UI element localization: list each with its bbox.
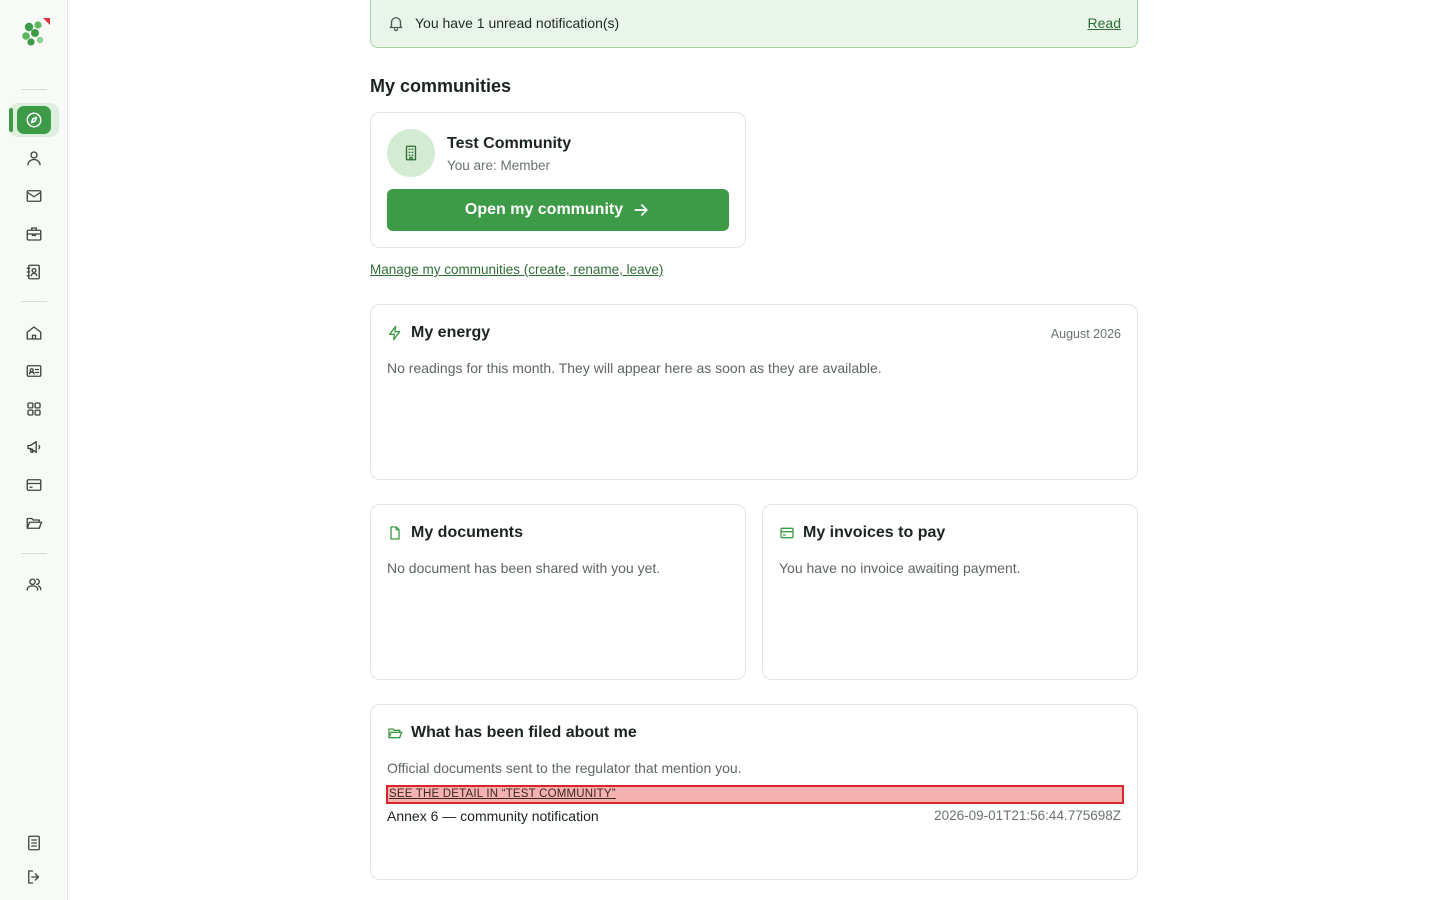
nav-files[interactable] (17, 509, 51, 537)
credit-card-icon (26, 479, 42, 491)
energy-card: My energy August 2026 No readings for th… (370, 304, 1138, 480)
invoices-card: My invoices to pay You have no invoice a… (762, 504, 1138, 680)
active-indicator-bar (9, 108, 13, 132)
sidebar-divider (21, 553, 47, 554)
lightning-icon (389, 325, 401, 341)
nav-messages[interactable] (17, 182, 51, 210)
section-title: My communities (370, 76, 512, 96)
open-community-button[interactable]: Open my community (387, 189, 729, 231)
mail-icon (26, 190, 42, 202)
nav-home[interactable] (17, 319, 51, 347)
compass-icon (26, 112, 42, 128)
file-icon (390, 526, 400, 540)
documents-title: My documents (387, 524, 523, 542)
invoices-empty-text: You have no invoice awaiting payment. (779, 560, 1021, 576)
nav-apps[interactable] (17, 395, 51, 423)
arrow-right-icon (634, 204, 648, 216)
building-icon (405, 145, 417, 161)
nav-contacts[interactable] (17, 258, 51, 286)
megaphone-icon (27, 441, 41, 453)
filed-title: What has been filed about me (387, 724, 637, 742)
notification-banner: You have 1 unread notification(s) Read (370, 0, 1138, 48)
users-icon (26, 578, 42, 591)
open-community-label: Open my community (464, 201, 624, 218)
notification-text: You have 1 unread notification(s) (415, 15, 620, 31)
read-notification-link[interactable]: Read (1088, 15, 1121, 31)
nav-profile[interactable] (17, 144, 51, 172)
bell-icon (389, 17, 403, 32)
filed-item-timestamp: 2026-09-01T21:56:44.775698Z (934, 808, 1121, 823)
energy-date: August 2026 (1050, 327, 1121, 341)
documents-empty-text: No document has been shared with you yet… (387, 560, 661, 576)
manage-communities-link[interactable]: Manage my communities (create, rename, l… (370, 262, 663, 277)
community-role: You are: Member (447, 158, 551, 173)
contact-book-icon (26, 264, 40, 280)
community-name: Test Community (447, 135, 572, 152)
id-card-icon (26, 365, 42, 377)
energy-title-text: My energy (411, 324, 491, 341)
document-list-icon (28, 835, 40, 851)
filed-title-text: What has been filed about me (411, 724, 637, 741)
nav-users[interactable] (17, 570, 51, 598)
sidebar-divider (21, 301, 47, 302)
credit-card-icon (780, 527, 794, 539)
community-card: Test Community You are: Member Open my c… (370, 112, 746, 248)
documents-card: My documents No document has been shared… (370, 504, 746, 680)
nav-work[interactable] (17, 220, 51, 248)
folder-open-icon (26, 517, 43, 529)
sidebar (0, 0, 68, 900)
grid-icon (27, 402, 41, 416)
briefcase-icon (26, 227, 42, 241)
sidebar-divider (21, 89, 47, 90)
logout-icon (28, 870, 40, 884)
community-avatar (387, 129, 435, 177)
nav-members[interactable] (17, 357, 51, 385)
energy-title: My energy (387, 324, 490, 342)
user-icon (27, 151, 41, 166)
nav-announcements[interactable] (17, 433, 51, 461)
invoices-title-text: My invoices to pay (803, 524, 946, 541)
invoices-title: My invoices to pay (779, 524, 945, 542)
see-detail-link[interactable]: SEE THE DETAIL IN “TEST COMMUNITY” (386, 785, 1124, 804)
nav-compass[interactable] (17, 106, 51, 134)
nav-payments[interactable] (17, 471, 51, 499)
nav-logout[interactable] (17, 863, 51, 891)
documents-title-text: My documents (411, 524, 524, 541)
folder-open-icon (388, 728, 403, 739)
filed-card: What has been filed about me Official do… (370, 704, 1138, 880)
filed-subtitle: Official documents sent to the regulator… (387, 760, 742, 776)
nav-documentation[interactable] (17, 829, 51, 857)
home-icon (26, 326, 42, 340)
filed-item-name[interactable]: Annex 6 — community notification (387, 808, 599, 824)
app-logo[interactable] (18, 16, 52, 50)
energy-empty-text: No readings for this month. They will ap… (387, 360, 882, 376)
